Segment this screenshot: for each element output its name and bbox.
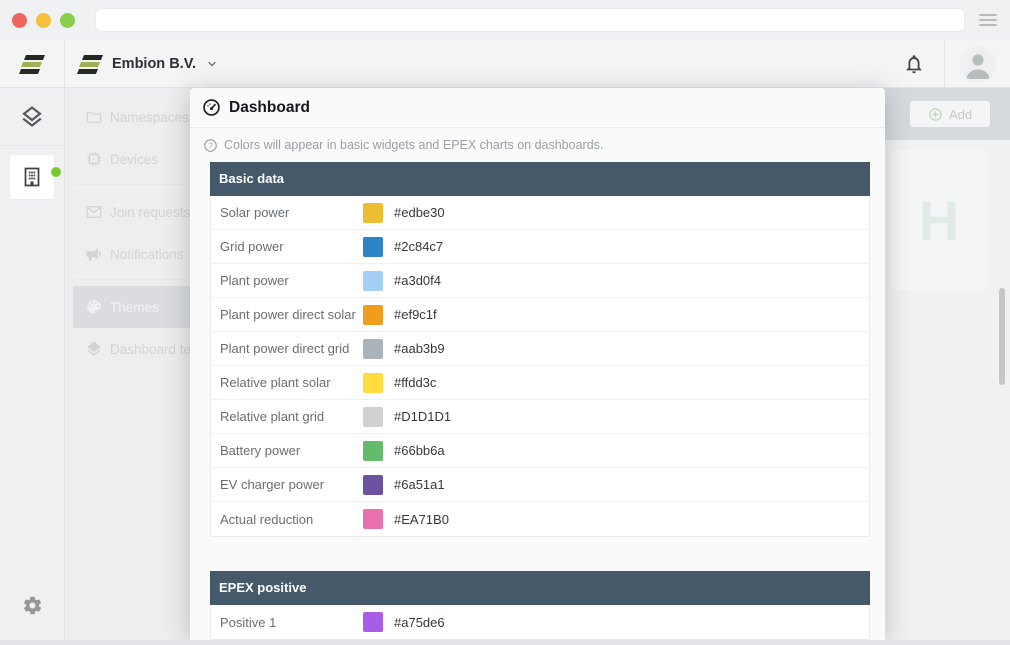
color-swatch[interactable] bbox=[363, 237, 383, 257]
table-section-header: Basic data bbox=[210, 162, 870, 196]
rail-organization-button[interactable] bbox=[10, 155, 54, 199]
color-hex-value: #ffdd3c bbox=[394, 375, 436, 390]
folder-icon bbox=[85, 108, 103, 126]
color-swatch[interactable] bbox=[363, 373, 383, 393]
browser-menu-icon[interactable] bbox=[979, 14, 997, 26]
org-name: Embion B.V. bbox=[112, 56, 196, 72]
maximize-window-button[interactable] bbox=[60, 13, 75, 28]
window-controls bbox=[12, 13, 75, 28]
theme-card[interactable]: H bbox=[890, 150, 988, 290]
color-row[interactable]: Grid power #2c84c7 bbox=[211, 230, 869, 264]
window-bottom-edge bbox=[0, 640, 1010, 645]
color-row[interactable]: EV charger power #6a51a1 bbox=[211, 468, 869, 502]
status-dot bbox=[51, 167, 61, 177]
color-row[interactable]: Solar power #edbe30 bbox=[211, 196, 869, 230]
color-row[interactable]: Positive 1 #a75de6 bbox=[211, 605, 869, 639]
gauge-icon bbox=[202, 98, 221, 117]
color-hex-value: #aab3b9 bbox=[394, 341, 445, 356]
help-circle-icon: ? bbox=[203, 138, 218, 153]
close-window-button[interactable] bbox=[12, 13, 27, 28]
color-hex-value: #2c84c7 bbox=[394, 239, 443, 254]
color-row[interactable]: Relative plant grid #D1D1D1 bbox=[211, 400, 869, 434]
color-row-label: Relative plant grid bbox=[211, 409, 363, 424]
color-swatch[interactable] bbox=[363, 509, 383, 529]
icon-rail bbox=[0, 88, 65, 640]
color-swatch[interactable] bbox=[363, 407, 383, 427]
color-row[interactable]: Actual reduction #EA71B0 bbox=[211, 502, 869, 536]
building-icon bbox=[19, 164, 45, 190]
color-row[interactable]: Plant power direct solar #ef9c1f bbox=[211, 298, 869, 332]
color-row-label: EV charger power bbox=[211, 477, 363, 492]
notifications-bell-icon[interactable] bbox=[903, 53, 925, 75]
color-swatch[interactable] bbox=[363, 305, 383, 325]
color-hex-value: #a3d0f4 bbox=[394, 273, 441, 288]
color-hex-value: #66bb6a bbox=[394, 443, 445, 458]
color-row-label: Grid power bbox=[211, 239, 363, 254]
embion-logo-icon bbox=[78, 55, 102, 74]
org-switcher[interactable]: Embion B.V. bbox=[78, 40, 218, 88]
section-sidebar bbox=[65, 88, 190, 640]
color-table-basic-data: Basic data Solar power #edbe30 Grid power #… bbox=[210, 162, 870, 537]
color-swatch[interactable] bbox=[363, 475, 383, 495]
modal-description: Colors will appear in basic widgets and … bbox=[224, 138, 603, 152]
page-scrollbar-thumb[interactable] bbox=[999, 288, 1005, 385]
chevron-down-icon bbox=[206, 58, 218, 70]
color-hex-value: #edbe30 bbox=[394, 205, 445, 220]
modal-description-row: ? Colors will appear in basic widgets an… bbox=[190, 128, 885, 162]
color-row-label: Positive 1 bbox=[211, 615, 363, 630]
user-avatar[interactable] bbox=[960, 46, 996, 82]
table-rows: Solar power #edbe30 Grid power #2c84c7 Plant… bbox=[210, 196, 870, 537]
megaphone-icon bbox=[85, 245, 103, 263]
browser-chrome bbox=[0, 0, 1010, 40]
layers-icon bbox=[19, 104, 45, 130]
color-hex-value: #6a51a1 bbox=[394, 477, 445, 492]
plus-circle-icon bbox=[928, 107, 943, 122]
chip-icon bbox=[85, 150, 103, 168]
color-row[interactable]: Plant power #a3d0f4 bbox=[211, 264, 869, 298]
app-header: Embion B.V. bbox=[0, 40, 1010, 88]
color-swatch[interactable] bbox=[363, 339, 383, 359]
color-swatch[interactable] bbox=[363, 441, 383, 461]
settings-gear-icon[interactable] bbox=[22, 595, 43, 616]
color-row-label: Plant power direct solar bbox=[211, 307, 363, 322]
header-divider bbox=[944, 40, 945, 88]
table-section-header: EPEX positive bbox=[210, 571, 870, 605]
embion-logo-icon bbox=[20, 55, 44, 74]
url-input[interactable] bbox=[95, 8, 965, 32]
color-row-label: Solar power bbox=[211, 205, 363, 220]
color-swatch[interactable] bbox=[363, 271, 383, 291]
color-hex-value: #a75de6 bbox=[394, 615, 445, 630]
layers-icon bbox=[85, 340, 103, 358]
svg-text:?: ? bbox=[208, 141, 213, 150]
color-row[interactable]: Battery power #66bb6a bbox=[211, 434, 869, 468]
minimize-window-button[interactable] bbox=[36, 13, 51, 28]
color-table-epex-positive: EPEX positive Positive 1 #a75de6 bbox=[210, 571, 870, 640]
app-logo bbox=[0, 40, 65, 88]
modal-title-bar: Dashboard bbox=[190, 88, 885, 128]
color-hex-value: #EA71B0 bbox=[394, 512, 449, 527]
color-hex-value: #D1D1D1 bbox=[394, 409, 451, 424]
color-row-label: Relative plant solar bbox=[211, 375, 363, 390]
theme-card-letter: H bbox=[919, 188, 959, 253]
color-row[interactable]: Relative plant solar #ffdd3c bbox=[211, 366, 869, 400]
envelope-icon bbox=[85, 203, 103, 221]
color-row-label: Battery power bbox=[211, 443, 363, 458]
add-theme-button[interactable]: Add bbox=[910, 101, 990, 127]
color-row-label: Plant power direct grid bbox=[211, 341, 363, 356]
modal-title: Dashboard bbox=[229, 99, 310, 117]
palette-icon bbox=[85, 298, 103, 316]
color-swatch[interactable] bbox=[363, 203, 383, 223]
color-row-label: Actual reduction bbox=[211, 512, 363, 527]
color-hex-value: #ef9c1f bbox=[394, 307, 437, 322]
rail-namespaces-button[interactable] bbox=[0, 88, 64, 146]
dashboard-colors-modal: Dashboard ? Colors will appear in basic … bbox=[190, 88, 885, 640]
table-rows: Positive 1 #a75de6 bbox=[210, 605, 870, 640]
color-row-label: Plant power bbox=[211, 273, 363, 288]
color-row[interactable]: Plant power direct grid #aab3b9 bbox=[211, 332, 869, 366]
color-swatch[interactable] bbox=[363, 612, 383, 632]
